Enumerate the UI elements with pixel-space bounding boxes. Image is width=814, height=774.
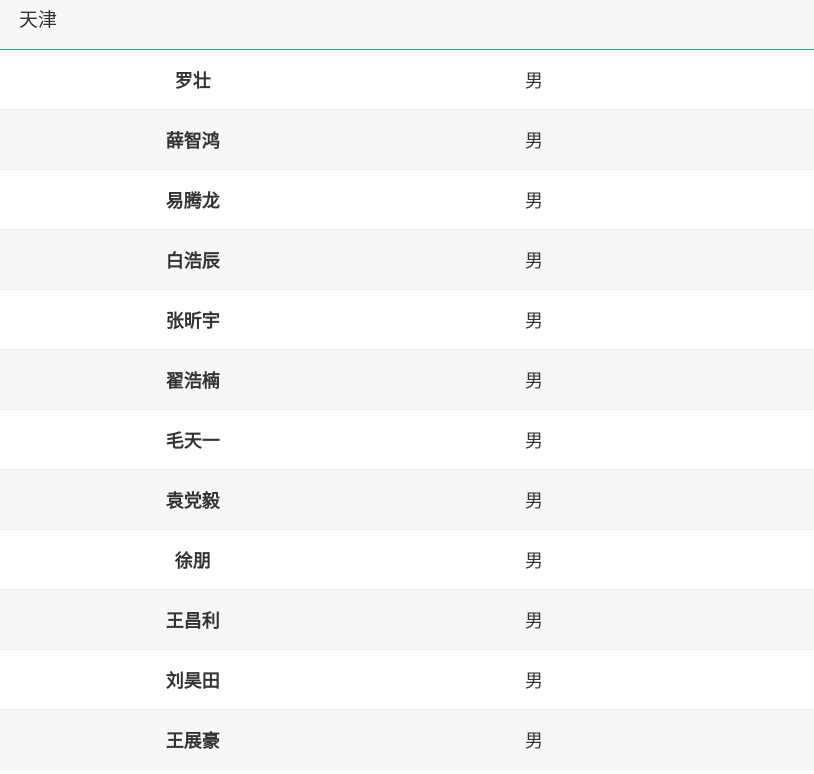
player-gender: 男 (525, 670, 543, 692)
player-table: 罗壮 男 薛智鸿 男 易腾龙 男 白浩辰 男 张昕宇 男 翟浩楠 男 毛天一 男… (0, 50, 814, 770)
table-row[interactable]: 刘昊田 男 (0, 650, 814, 710)
player-name: 徐朋 (175, 550, 211, 572)
table-row[interactable]: 王展豪 男 (0, 710, 814, 770)
player-name: 白浩辰 (166, 250, 220, 272)
table-row[interactable]: 徐朋 男 (0, 530, 814, 590)
player-gender: 男 (525, 70, 543, 92)
player-gender: 男 (525, 130, 543, 152)
player-gender: 男 (525, 370, 543, 392)
player-name: 罗壮 (175, 70, 211, 92)
table-row[interactable]: 王昌利 男 (0, 590, 814, 650)
group-header[interactable]: 天津 (0, 0, 814, 50)
player-name: 张昕宇 (166, 310, 220, 332)
table-row[interactable]: 翟浩楠 男 (0, 350, 814, 410)
player-name: 王昌利 (166, 610, 220, 632)
table-row[interactable]: 易腾龙 男 (0, 170, 814, 230)
group-title: 天津 (19, 9, 58, 31)
player-gender: 男 (525, 490, 543, 512)
table-row[interactable]: 罗壮 男 (0, 50, 814, 110)
page: 天津 罗壮 男 薛智鸿 男 易腾龙 男 白浩辰 男 张昕宇 男 翟浩楠 男 毛天… (0, 0, 814, 774)
table-row[interactable]: 张昕宇 男 (0, 290, 814, 350)
player-gender: 男 (525, 550, 543, 572)
player-gender: 男 (525, 250, 543, 272)
player-gender: 男 (525, 610, 543, 632)
player-name: 袁党毅 (166, 490, 220, 512)
player-name: 薛智鸿 (166, 130, 220, 152)
player-name: 易腾龙 (166, 190, 220, 212)
player-gender: 男 (525, 430, 543, 452)
player-gender: 男 (525, 730, 543, 752)
player-name: 刘昊田 (166, 670, 220, 692)
player-name: 毛天一 (166, 430, 220, 452)
table-row[interactable]: 袁党毅 男 (0, 470, 814, 530)
player-gender: 男 (525, 310, 543, 332)
player-name: 翟浩楠 (166, 370, 220, 392)
player-gender: 男 (525, 190, 543, 212)
player-name: 王展豪 (166, 730, 220, 752)
table-row[interactable]: 薛智鸿 男 (0, 110, 814, 170)
table-row[interactable]: 毛天一 男 (0, 410, 814, 470)
table-row[interactable]: 白浩辰 男 (0, 230, 814, 290)
